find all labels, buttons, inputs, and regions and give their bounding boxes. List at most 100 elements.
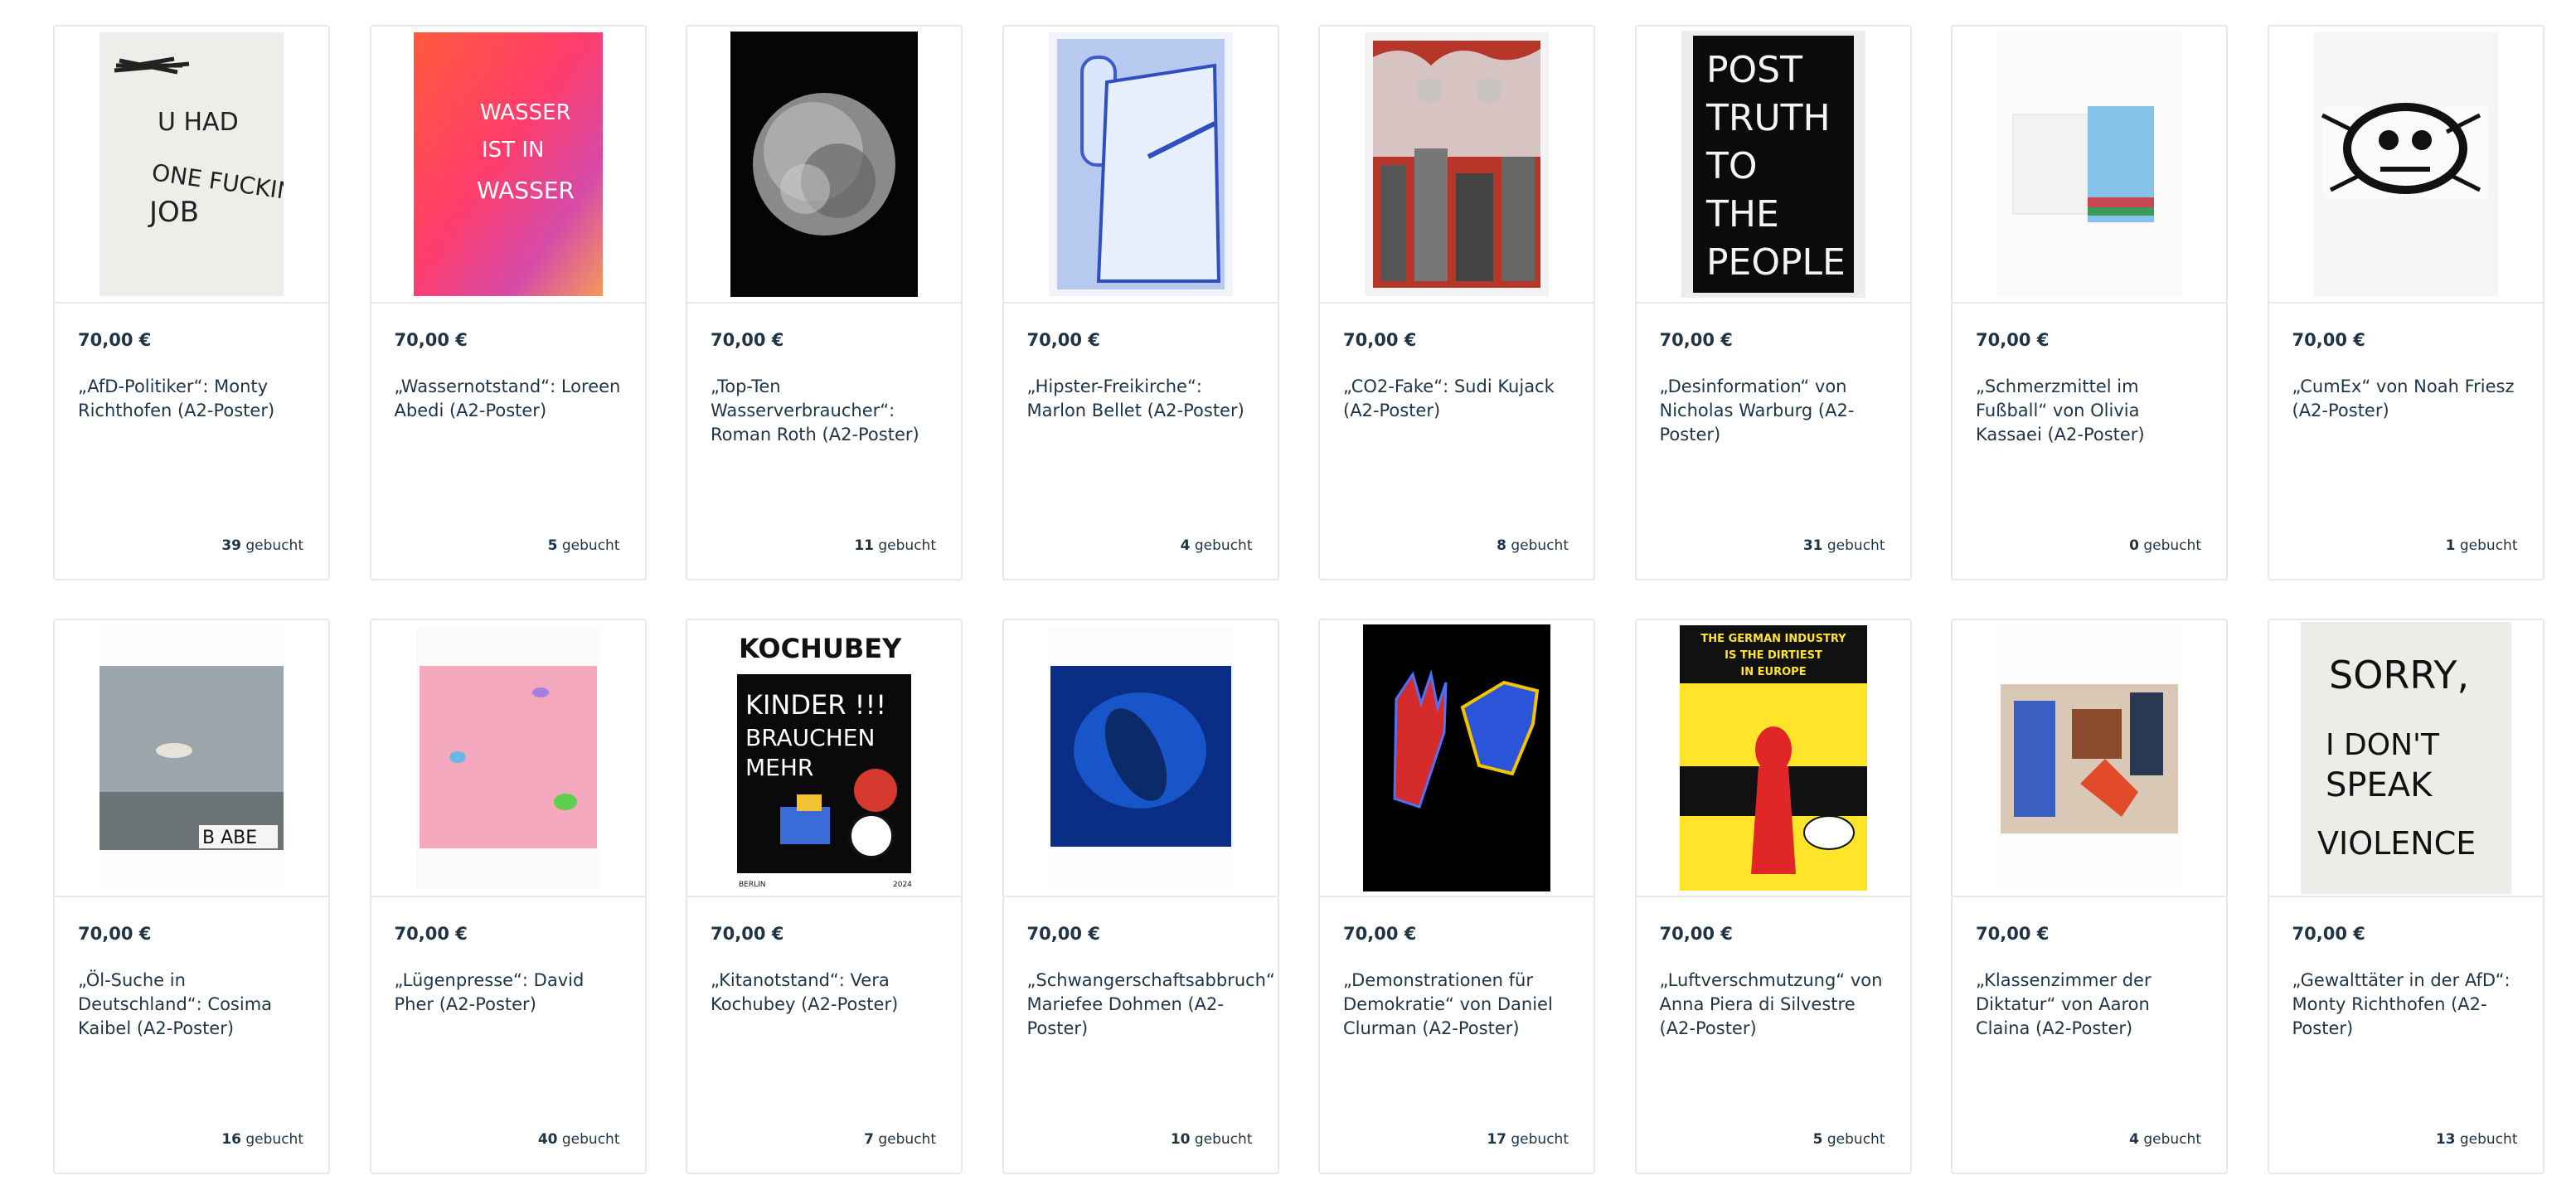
booked-number: 16 [221,1131,241,1148]
product-title[interactable]: „AfD-Politiker“: Monty Richthofen (A2-Po… [78,375,310,423]
booked-number: 4 [2129,1131,2139,1148]
poster-art: U HAD ONE FUCKING JOB [99,32,284,296]
product-card[interactable]: 70,00 € „CO2-Fake“: Sudi Kujack (A2-Post… [1318,25,1595,580]
poster-image[interactable] [371,620,645,897]
product-title[interactable]: „Demonstrationen für Demokratie“ von Dan… [1343,969,1575,1041]
poster-image[interactable]: WASSER IST IN WASSER [371,27,645,304]
booked-count: 17 gebucht [1487,1131,1569,1148]
product-card[interactable]: 70,00 € „CumEx“ von Noah Friesz (A2-Post… [2267,25,2544,580]
product-card[interactable]: SORRY, I DON'T SPEAK VIOLENCE 70,00 € „G… [2267,619,2544,1174]
product-title[interactable]: „Schwangerschaftsabbruch“ Mariefee Dohme… [1027,969,1275,1041]
poster-art [415,626,600,890]
product-card[interactable]: 70,00 € „Top-Ten Wasserverbraucher“: Rom… [686,25,963,580]
product-card[interactable]: 70,00 € „Lügenpresse“: David Pher (A2-Po… [369,619,647,1174]
booked-label: gebucht [878,537,936,554]
booked-count: 4 gebucht [2129,1131,2201,1148]
price: 70,00 € [2292,924,2365,944]
poster-text-line: JOB [148,196,199,229]
booked-number: 39 [221,537,241,554]
poster-image[interactable] [1003,620,1278,897]
poster-text-line: MEHR [745,754,813,781]
price: 70,00 € [78,330,152,350]
poster-image[interactable]: POST TRUTH TO THE PEOPLE [1636,27,1910,304]
poster-image[interactable] [2268,27,2543,304]
product-title[interactable]: „Hipster-Freikirche“: Marlon Bellet (A2-… [1027,375,1259,423]
product-card[interactable]: KOCHUBEY KINDER !!! BRAUCHEN MEHR BERLIN… [686,619,963,1174]
booked-label: gebucht [1826,1131,1885,1148]
price: 70,00 € [394,330,468,350]
poster-art [2313,32,2498,296]
poster-art: SORRY, I DON'T SPEAK VIOLENCE [2300,622,2511,894]
poster-text-line: IST IN [482,138,544,163]
booked-number: 13 [2435,1131,2456,1148]
poster-text-line: IN EUROPE [1740,666,1806,678]
product-card[interactable]: 70,00 € „Schwangerschaftsabbruch“ Marief… [1002,619,1279,1174]
booked-label: gebucht [1511,537,1569,554]
product-card[interactable]: THE GERMAN INDUSTRY IS THE DIRTIEST IN E… [1634,619,1912,1174]
booked-label: gebucht [1511,1131,1569,1148]
product-title[interactable]: „Öl-Suche in Deutschland“: Cosima Kaibel… [78,969,310,1041]
booked-count: 39 gebucht [221,537,303,554]
poster-image[interactable] [687,27,961,304]
poster-text-line: B ABE [202,828,257,848]
poster-art [1048,32,1233,296]
booked-number: 0 [2129,537,2139,554]
product-card[interactable]: U HAD ONE FUCKING JOB 70,00 € „AfD-Polit… [53,25,330,580]
poster-art [1363,624,1550,891]
product-title[interactable]: „Top-Ten Wasserverbraucher“: Roman Roth … [711,375,943,447]
poster-text-line: 2024 [893,881,912,889]
poster-text-line: KINDER !!! [745,689,886,721]
booked-count: 13 gebucht [2436,1131,2518,1148]
booked-number: 11 [854,537,874,554]
booked-count: 7 gebucht [864,1131,936,1148]
booked-label: gebucht [245,537,303,554]
booked-count: 0 gebucht [2129,537,2201,554]
booked-count: 11 gebucht [854,537,936,554]
product-title[interactable]: „Luftverschmutzung“ von Anna Piera di Si… [1660,969,1892,1041]
product-card[interactable]: POST TRUTH TO THE PEOPLE 70,00 € „Desinforma… [1634,25,1912,580]
product-card[interactable]: 70,00 € „Demonstrationen für Demokratie“… [1318,619,1595,1174]
poster-text-line: BERLIN [739,881,766,889]
poster-text-line: PEOPLE [1706,241,1846,284]
product-title[interactable]: „Kitanotstand“: Vera Kochubey (A2-Poster… [711,969,943,1017]
poster-text-line: SORRY, [2329,653,2469,697]
product-title[interactable]: „CO2-Fake“: Sudi Kujack (A2-Poster) [1343,375,1575,423]
booked-number: 4 [1180,537,1191,554]
product-card[interactable]: 70,00 € „Klassenzimmer der Diktatur“ von… [1951,619,2228,1174]
poster-image[interactable]: SORRY, I DON'T SPEAK VIOLENCE [2268,620,2543,897]
poster-art: B ABE [99,626,284,890]
poster-image[interactable]: U HAD ONE FUCKING JOB [55,27,328,304]
price: 70,00 € [2292,330,2365,350]
product-title[interactable]: „Schmerzmittel im Fußball“ von Olivia Ka… [1976,375,2208,447]
poster-image[interactable] [1953,620,2226,897]
poster-image[interactable]: KOCHUBEY KINDER !!! BRAUCHEN MEHR BERLIN… [687,620,961,897]
poster-image[interactable]: THE GERMAN INDUSTRY IS THE DIRTIEST IN E… [1636,620,1910,897]
product-card[interactable]: 70,00 € „Hipster-Freikirche“: Marlon Bel… [1002,25,1279,580]
price: 70,00 € [1976,330,2050,350]
product-title[interactable]: „Wassernotstand“: Loreen Abedi (A2-Poste… [395,375,627,423]
booked-label: gebucht [561,537,620,554]
product-card[interactable]: 70,00 € „Schmerzmittel im Fußball“ von O… [1951,25,2228,580]
poster-image[interactable] [1003,27,1278,304]
poster-art [1997,626,2181,890]
product-title[interactable]: „Gewalttäter in der AfD“: Monty Richthof… [2292,969,2525,1041]
product-title[interactable]: „Klassenzimmer der Diktatur“ von Aaron C… [1976,969,2208,1041]
product-title[interactable]: „Desinformation“ von Nicholas Warburg (A… [1660,375,1892,447]
booked-label: gebucht [2143,1131,2201,1148]
poster-text-line: WASSER [477,177,575,204]
poster-image[interactable]: B ABE [55,620,328,897]
booked-number: 31 [1802,537,1823,554]
poster-image[interactable] [1953,27,2226,304]
poster-art: THE GERMAN INDUSTRY IS THE DIRTIEST IN E… [1679,625,1867,891]
poster-art: KOCHUBEY KINDER !!! BRAUCHEN MEHR BERLIN… [730,624,918,891]
product-title[interactable]: „Lügenpresse“: David Pher (A2-Poster) [395,969,627,1017]
product-card[interactable]: WASSER IST IN WASSER 70,00 € „Wassernots… [369,25,647,580]
product-title[interactable]: „CumEx“ von Noah Friesz (A2-Poster) [2292,375,2525,423]
price: 70,00 € [1659,330,1733,350]
product-card[interactable]: B ABE 70,00 € „Öl-Suche in Deutschland“:… [53,619,330,1174]
price: 70,00 € [1659,924,1733,944]
booked-number: 8 [1497,537,1506,554]
booked-number: 40 [537,1131,558,1148]
poster-image[interactable] [1320,27,1594,304]
poster-image[interactable] [1320,620,1594,897]
